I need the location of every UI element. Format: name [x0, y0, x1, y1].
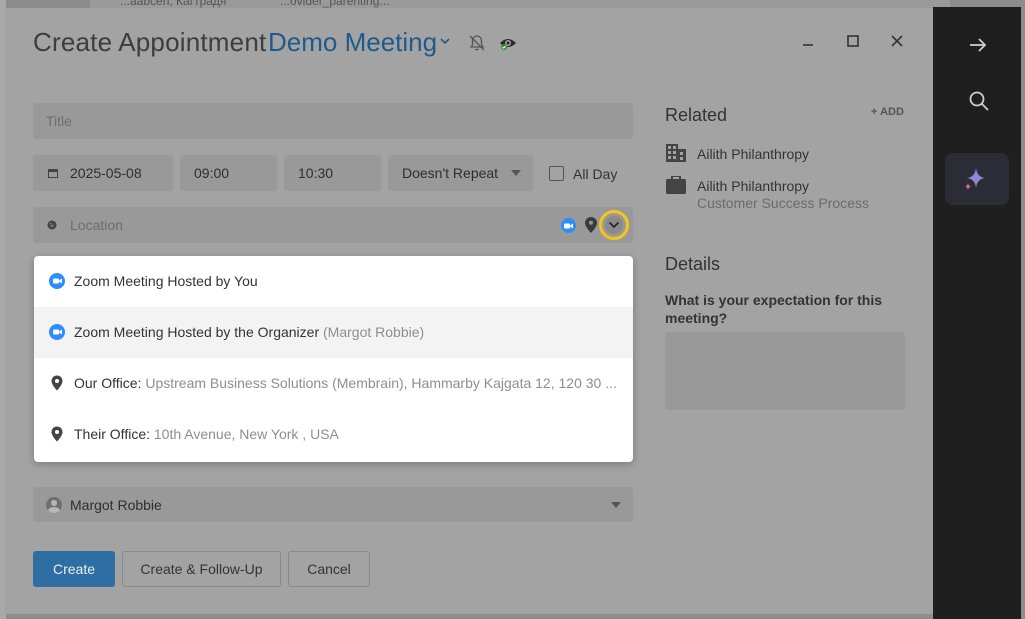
all-day-checkbox[interactable]: [549, 166, 564, 181]
date-field[interactable]: 2025-05-08: [33, 155, 173, 191]
background-tab: ...aabcen, Кагтрадя: [120, 0, 227, 8]
expectation-question: What is your expectation for this meetin…: [665, 292, 883, 326]
close-icon[interactable]: [889, 33, 905, 49]
option-label: Zoom Meeting Hosted by the Organizer: [74, 324, 320, 340]
map-pin-icon: [51, 426, 63, 442]
option-label: Our Office:: [74, 375, 142, 391]
location-placeholder: Location: [70, 217, 123, 233]
title-input[interactable]: Title: [33, 103, 633, 139]
location-option-our-office[interactable]: Our Office: Upstream Business Solutions …: [34, 358, 633, 409]
all-day-label: All Day: [573, 166, 618, 182]
bell-off-icon[interactable]: [468, 34, 486, 52]
maximize-icon[interactable]: [845, 33, 861, 49]
right-sidebar: [933, 7, 1021, 619]
option-detail: Upstream Business Solutions (Membrain), …: [145, 375, 617, 391]
date-value: 2025-05-08: [70, 165, 142, 181]
zoom-icon: [49, 324, 65, 340]
caret-down-icon: [511, 170, 521, 176]
arrow-right-icon[interactable]: [969, 37, 987, 53]
caret-down-icon: [611, 502, 621, 508]
globe-icon: [47, 220, 57, 230]
start-time-field[interactable]: 09:00: [180, 155, 277, 191]
expectation-textarea[interactable]: [665, 332, 905, 410]
briefcase-icon: [666, 176, 686, 194]
location-option-zoom-host[interactable]: Zoom Meeting Hosted by You: [34, 256, 633, 307]
end-time-field[interactable]: 10:30: [284, 155, 381, 191]
location-option-zoom-organizer[interactable]: Zoom Meeting Hosted by the Organizer (Ma…: [34, 307, 633, 358]
eye-icon[interactable]: [499, 35, 517, 51]
details-title: Details: [665, 254, 721, 274]
appointment-type-selector[interactable]: Demo Meeting: [268, 27, 437, 58]
background-top-strip: ...aabcen, Кагтрадя ...ovider_parenting.…: [90, 0, 950, 8]
start-time-value: 09:00: [194, 165, 230, 181]
zoom-icon[interactable]: [561, 218, 576, 233]
dialog-title: Create Appointment: [33, 27, 267, 57]
option-detail: 10th Avenue, New York , USA: [153, 426, 339, 442]
repeat-value: Doesn't Repeat: [402, 165, 499, 181]
map-pin-icon[interactable]: [585, 217, 597, 233]
chevron-down-icon[interactable]: [438, 34, 452, 48]
map-pin-icon: [51, 375, 63, 391]
owner-value: Margot Robbie: [70, 496, 162, 513]
add-related-link[interactable]: + ADD: [871, 106, 904, 118]
chevron-down-icon: [608, 221, 620, 229]
location-input[interactable]: Location: [33, 207, 633, 243]
end-time-value: 10:30: [298, 165, 334, 181]
option-label: Zoom Meeting Hosted by You: [74, 273, 258, 289]
search-icon[interactable]: [969, 91, 989, 111]
title-placeholder: Title: [46, 113, 72, 129]
create-follow-up-button[interactable]: Create & Follow-Up: [122, 551, 281, 587]
related-deal-link[interactable]: Ailith Philanthropy: [697, 178, 809, 194]
related-title: Related: [665, 105, 728, 125]
related-deal-process: Customer Success Process: [697, 195, 869, 211]
location-options-dropdown: Zoom Meeting Hosted by You Zoom Meeting …: [34, 256, 633, 462]
related-account-link[interactable]: Ailith Philanthropy: [697, 146, 809, 162]
zoom-icon: [49, 273, 65, 289]
background-tab: ...ovider_parenting...: [280, 0, 390, 8]
minimize-icon[interactable]: [800, 33, 816, 49]
owner-select[interactable]: Margot Robbie: [33, 487, 633, 522]
avatar: [46, 496, 62, 513]
location-options-toggle[interactable]: [599, 210, 629, 240]
sparkle-icon: [965, 168, 985, 190]
location-option-their-office[interactable]: Their Office: 10th Avenue, New York , US…: [34, 409, 633, 460]
ai-assistant-button[interactable]: [945, 153, 1009, 205]
create-button[interactable]: Create: [33, 551, 115, 587]
option-detail: (Margot Robbie): [323, 324, 425, 340]
repeat-select[interactable]: Doesn't Repeat: [388, 155, 533, 191]
option-label: Their Office:: [74, 426, 150, 442]
cancel-button[interactable]: Cancel: [288, 551, 370, 587]
building-icon: [666, 144, 686, 162]
calendar-icon: [48, 169, 58, 178]
